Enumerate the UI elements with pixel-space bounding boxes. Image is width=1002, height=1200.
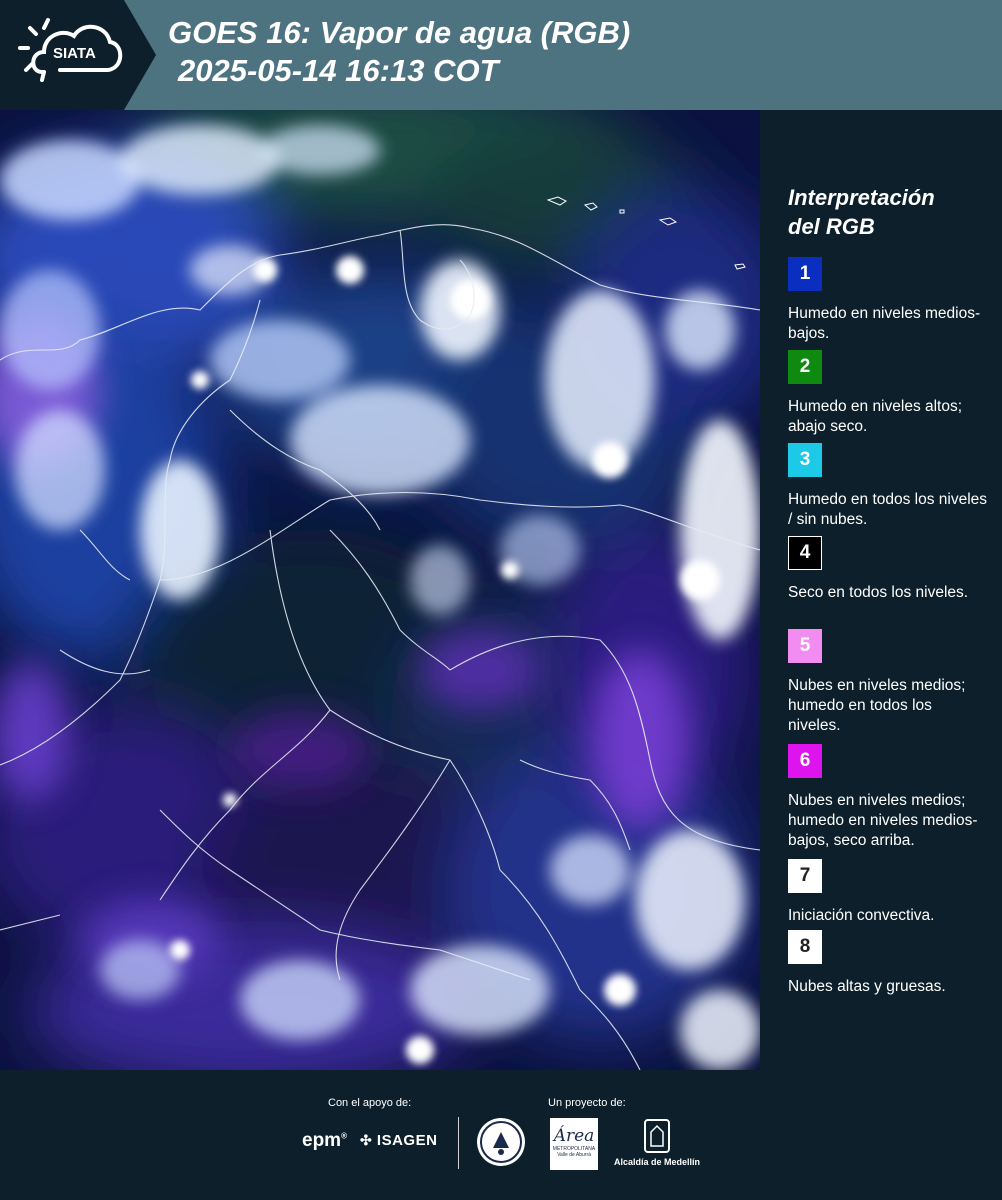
legend-title: Interpretación del RGB <box>788 183 935 241</box>
legend-swatch: 7 <box>788 859 822 893</box>
area-logo-line-2: Valle de Aburrá <box>557 1152 591 1158</box>
legend-swatch: 3 <box>788 443 822 477</box>
satellite-map <box>0 110 760 1070</box>
alcaldia-logo: Alcaldía de Medellín <box>612 1118 702 1167</box>
legend-item-8: 8 Nubes altas y gruesas. <box>788 930 988 997</box>
emblem-logo <box>477 1118 525 1166</box>
footer: Con el apoyo de: Un proyecto de: epm® ✣ … <box>0 1070 1002 1200</box>
legend-description: Nubes en niveles medios; humedo en nivel… <box>788 792 978 849</box>
legend-item-4: 4 Seco en todos los niveles. <box>788 536 988 603</box>
legend-description: Seco en todos los niveles. <box>788 584 969 601</box>
legend-item-6: 6 Nubes en niveles medios; humedo en nive… <box>788 744 988 851</box>
epm-logo: epm® <box>302 1130 347 1151</box>
support-label: Con el apoyo de: <box>328 1097 412 1109</box>
legend-description: Humedo en todos los niveles / sin nubes. <box>788 491 988 528</box>
isagen-logo-text: ISAGEN <box>376 1132 438 1149</box>
footer-divider <box>458 1117 459 1169</box>
legend-title-line-1: Interpretación <box>788 185 935 210</box>
legend-swatch: 1 <box>788 257 822 291</box>
legend-description: Humedo en niveles medios-bajos. <box>788 305 981 342</box>
legend-swatch: 4 <box>788 536 822 570</box>
legend-description: Humedo en niveles altos; abajo seco. <box>788 398 963 435</box>
project-label: Un proyecto de: <box>548 1097 626 1109</box>
isagen-logo: ✣ ISAGEN <box>360 1132 438 1149</box>
legend-item-5: 5 Nubes en niveles medios; humedo en todo… <box>788 629 988 736</box>
page-title: GOES 16: Vapor de agua (RGB) 2025-05-14 … <box>168 14 630 90</box>
legend-item-1: 1 Humedo en niveles medios-bajos. <box>788 257 988 344</box>
legend-swatch: 6 <box>788 744 822 778</box>
title-line-2: 2025-05-14 16:13 COT <box>178 53 499 88</box>
legend-description: Nubes en niveles medios; humedo en todos… <box>788 677 966 734</box>
area-metropolitana-logo: Área METROPOLITANA Valle de Aburrá <box>550 1118 598 1170</box>
legend-item-3: 3 Humedo en todos los niveles / sin nubes… <box>788 443 988 530</box>
siata-logo-text: SIATA <box>53 45 96 62</box>
area-logo-script: Área <box>553 1126 595 1146</box>
legend-description: Iniciación convectiva. <box>788 907 935 924</box>
siata-logo: SIATA <box>0 0 156 110</box>
legend-panel: Interpretación del RGB 1 Humedo en nivele… <box>760 110 1002 1070</box>
title-line-1: GOES 16: Vapor de agua (RGB) <box>168 15 631 50</box>
alcaldia-logo-text: Alcaldía de Medellín <box>613 1157 701 1167</box>
epm-logo-text: epm <box>302 1130 342 1151</box>
legend-item-2: 2 Humedo en niveles altos; abajo seco. <box>788 350 988 437</box>
legend-swatch: 5 <box>788 629 822 663</box>
header-bar: SIATA GOES 16: Vapor de agua (RGB) 2025-… <box>0 0 1002 110</box>
legend-swatch: 8 <box>788 930 822 964</box>
legend-description: Nubes altas y gruesas. <box>788 978 946 995</box>
legend-item-7: 7 Iniciación convectiva. <box>788 859 988 926</box>
legend-title-line-2: del RGB <box>788 214 875 239</box>
legend-swatch: 2 <box>788 350 822 384</box>
